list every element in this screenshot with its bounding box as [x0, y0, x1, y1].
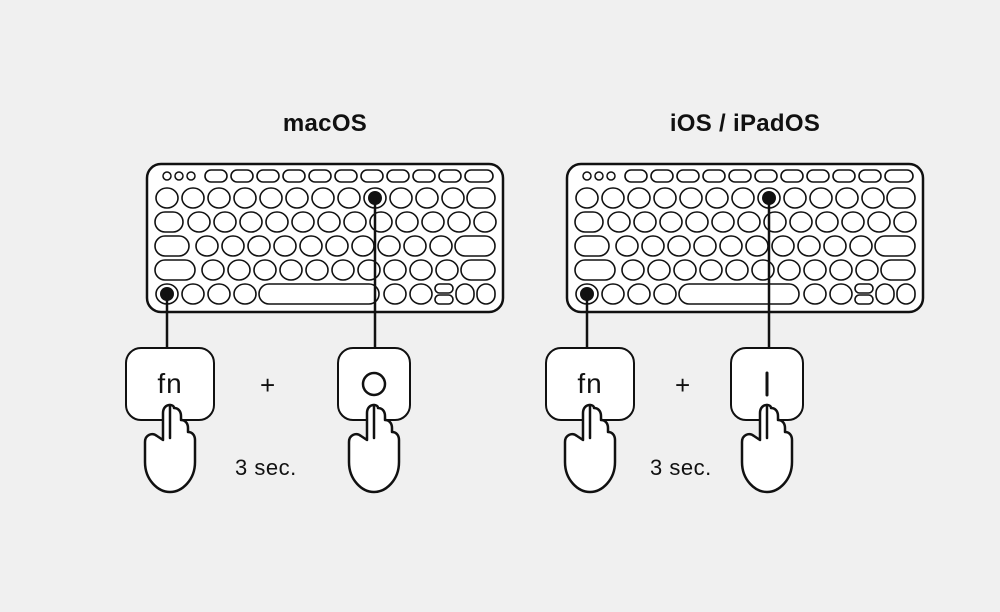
fn-key-label: fn	[157, 368, 182, 400]
circle-glyph-icon	[359, 369, 389, 399]
ios-heading: iOS / iPadOS	[545, 110, 945, 138]
keyboard-illustration-ios	[565, 162, 925, 362]
hand-press-icon	[130, 400, 210, 500]
fn-key-label: fn	[577, 368, 602, 400]
keyboard-illustration-macos	[145, 162, 505, 362]
ios-panel: iOS / iPadOS fn +	[545, 110, 945, 362]
hand-press-icon	[550, 400, 630, 500]
plus-sign-ios: +	[675, 370, 690, 401]
plus-sign-macos: +	[260, 370, 275, 401]
duration-label-macos: 3 sec.	[235, 455, 297, 481]
macos-heading: macOS	[125, 110, 525, 138]
bar-glyph-icon	[752, 369, 782, 399]
hand-press-icon	[334, 400, 414, 500]
duration-label-ios: 3 sec.	[650, 455, 712, 481]
macos-panel: macOS	[125, 110, 525, 362]
hand-press-icon	[727, 400, 807, 500]
